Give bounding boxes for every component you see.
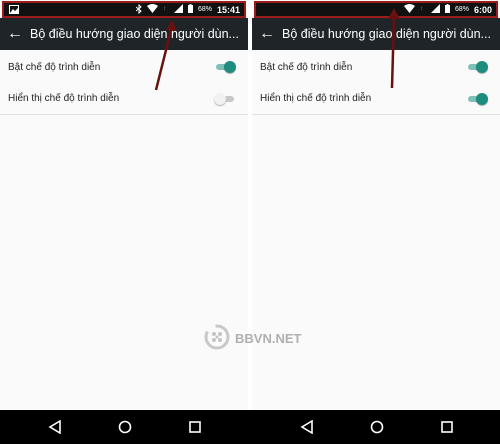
wifi-icon <box>403 4 415 15</box>
image-notification-icon <box>9 5 19 16</box>
watermark-text: BBVN.NET <box>235 331 302 346</box>
show-demo-mode-toggle[interactable] <box>466 92 488 105</box>
wifi-icon <box>146 4 158 15</box>
setting-row-show-demo-mode[interactable]: Hiển thị chế độ trình diễn <box>252 83 500 115</box>
svg-text:↕: ↕ <box>163 6 166 12</box>
toggle-knob <box>476 92 488 105</box>
page-title: Bộ điều hướng giao diện người dùn... <box>30 27 239 41</box>
annotation-arrow <box>388 8 400 89</box>
demo-mode-toggle[interactable] <box>466 61 488 73</box>
app-bar: ← Bộ điều hướng giao diện người dùn... <box>252 18 500 50</box>
back-arrow-icon[interactable]: ← <box>0 25 30 43</box>
toggle-knob <box>476 61 488 73</box>
watermark: BBVN.NET <box>203 323 301 354</box>
setting-row-demo-mode[interactable]: Bật chế độ trình diễn <box>0 51 248 83</box>
toggle-knob <box>224 61 236 73</box>
setting-label: Hiển thị chế độ trình diễn <box>260 93 372 104</box>
status-bar: ↕ 68% 6:00 <box>254 1 498 18</box>
battery-percent: 68% <box>454 6 469 13</box>
signal-icon <box>173 4 183 15</box>
signal-icon <box>430 4 440 15</box>
svg-text:↕: ↕ <box>420 6 423 12</box>
recents-square-icon[interactable] <box>188 420 202 434</box>
setting-label: Bật chế độ trình diễn <box>260 61 353 73</box>
bluetooth-icon <box>135 3 142 16</box>
app-bar: ← Bộ điều hướng giao diện người dùn... <box>0 18 248 50</box>
clock: 15:41 <box>216 4 240 15</box>
toggle-knob <box>214 92 226 105</box>
signal-off-icon: ↕ <box>163 4 169 15</box>
status-bar: ↕ 68% 15:41 <box>2 1 246 18</box>
setting-row-demo-mode[interactable]: Bật chế độ trình diễn <box>252 51 500 83</box>
setting-label: Hiển thị chế độ trình diễn <box>8 93 120 104</box>
show-demo-mode-toggle[interactable] <box>214 92 236 105</box>
setting-label: Bật chế độ trình diễn <box>8 61 101 73</box>
navigation-bar <box>0 410 500 444</box>
battery-percent: 68% <box>197 6 212 13</box>
bbvn-logo-icon <box>203 323 231 354</box>
recents-square-icon[interactable] <box>440 420 454 434</box>
battery-icon <box>187 4 193 15</box>
battery-icon <box>444 4 450 15</box>
home-circle-icon[interactable] <box>118 420 132 434</box>
demo-mode-toggle[interactable] <box>214 61 236 73</box>
signal-off-icon: ↕ <box>420 4 426 15</box>
back-triangle-icon[interactable] <box>300 420 314 434</box>
back-triangle-icon[interactable] <box>48 420 62 434</box>
back-arrow-icon[interactable]: ← <box>252 25 282 43</box>
home-circle-icon[interactable] <box>370 420 384 434</box>
clock: 6:00 <box>473 4 492 15</box>
annotation-arrow <box>154 20 177 91</box>
setting-row-show-demo-mode[interactable]: Hiển thị chế độ trình diễn <box>0 83 248 115</box>
